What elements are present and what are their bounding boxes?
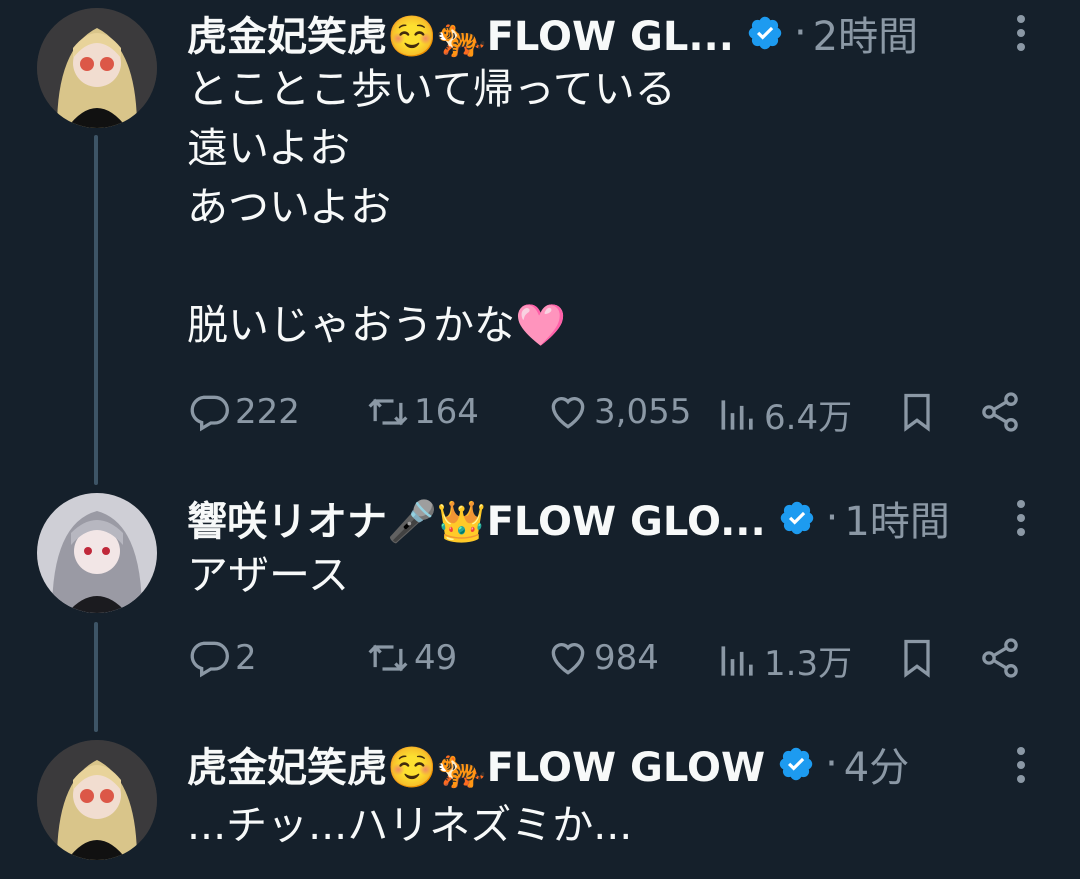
retweet-button[interactable]: 49: [366, 636, 457, 680]
reply-button[interactable]: 2: [187, 636, 257, 680]
reply-count: 2: [235, 638, 257, 678]
heart-icon: [551, 397, 585, 429]
author-name[interactable]: 虎金妃笑虎☺️🐅FLOW GLOW: [187, 735, 765, 793]
share-button[interactable]: [978, 390, 1022, 438]
views-chart-icon: [721, 399, 753, 430]
retweet-icon: [368, 398, 408, 426]
bookmark-icon: [904, 639, 930, 678]
like-button[interactable]: 984: [546, 636, 659, 680]
share-icon: [982, 638, 1018, 678]
like-button[interactable]: 3,055: [546, 390, 691, 434]
tweet-text: アザース: [187, 551, 349, 599]
tweet-header: 虎金妃笑虎☺️🐅FLOW GL... · 2時間: [187, 3, 918, 63]
verified-badge-icon: [748, 16, 782, 50]
reply-icon: [190, 641, 229, 678]
view-count: 1.3万: [764, 644, 853, 684]
retweet-button[interactable]: 164: [366, 390, 479, 434]
retweet-icon: [368, 644, 408, 672]
thread-line: [94, 622, 98, 732]
avatar[interactable]: [37, 493, 157, 613]
reply-count: 222: [235, 392, 300, 432]
like-count: 3,055: [594, 392, 692, 432]
verified-badge-icon: [780, 501, 813, 535]
share-icon: [982, 392, 1018, 432]
timestamp[interactable]: 4分: [844, 735, 909, 793]
separator-dot: ·: [825, 495, 839, 541]
more-vertical-icon[interactable]: [1006, 740, 1036, 790]
tweet-text: ...チッ...ハリネズミか...: [187, 801, 633, 849]
bookmark-icon: [904, 393, 930, 432]
separator-dot: ·: [793, 10, 807, 56]
view-count: 6.4万: [764, 398, 853, 438]
like-count: 984: [594, 638, 659, 678]
more-vertical-icon[interactable]: [1006, 493, 1036, 543]
reply-button[interactable]: 222: [187, 390, 300, 434]
reply-icon: [190, 395, 229, 432]
avatar[interactable]: [37, 8, 157, 128]
views-button[interactable]: 1.3万: [716, 636, 852, 685]
bookmark-button[interactable]: [895, 636, 939, 684]
tweet-header: 響咲リオナ🎤👑FLOW GLO... · 1時間: [187, 488, 950, 548]
author-name[interactable]: 虎金妃笑虎☺️🐅FLOW GL...: [187, 4, 734, 62]
views-button[interactable]: 6.4万: [716, 390, 852, 439]
timestamp[interactable]: 2時間: [813, 4, 918, 62]
heart-icon: [551, 643, 585, 675]
author-name[interactable]: 響咲リオナ🎤👑FLOW GLO...: [187, 489, 766, 547]
share-button[interactable]: [978, 636, 1022, 684]
retweet-count: 164: [414, 392, 479, 432]
verified-badge-icon: [779, 747, 813, 781]
more-vertical-icon[interactable]: [1006, 8, 1036, 58]
timestamp[interactable]: 1時間: [844, 489, 949, 547]
separator-dot: ·: [825, 741, 838, 787]
tweet-header: 虎金妃笑虎☺️🐅FLOW GLOW · 4分: [187, 734, 909, 794]
thread-line: [94, 135, 98, 485]
retweet-count: 49: [414, 638, 458, 678]
tweet-text: とことこ歩いて帰っている 遠いよお あついよお 脱いじゃおうかな🩷: [187, 65, 676, 349]
avatar[interactable]: [37, 740, 157, 860]
bookmark-button[interactable]: [895, 390, 939, 438]
views-chart-icon: [721, 645, 753, 676]
